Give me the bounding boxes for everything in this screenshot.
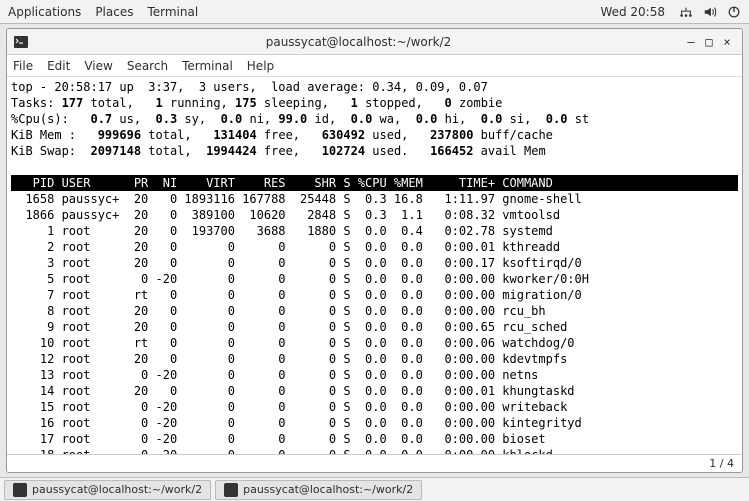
window-title: paussycat@localhost:~/work/2 [35, 35, 682, 49]
process-row: 8 root 20 0 0 0 0 S 0.0 0.0 0:00.00 rcu_… [11, 303, 738, 319]
process-row: 16 root 0 -20 0 0 0 S 0.0 0.0 0:00.00 ki… [11, 415, 738, 431]
window-close-button[interactable]: × [718, 35, 736, 49]
process-row: 10 root rt 0 0 0 0 S 0.0 0.0 0:00.06 wat… [11, 335, 738, 351]
process-row: 1866 paussyc+ 20 0 389100 10620 2848 S 0… [11, 207, 738, 223]
process-row: 15 root 0 -20 0 0 0 S 0.0 0.0 0:00.00 wr… [11, 399, 738, 415]
window-maximize-button[interactable]: □ [700, 35, 718, 49]
process-row: 13 root 0 -20 0 0 0 S 0.0 0.0 0:00.00 ne… [11, 367, 738, 383]
panel-menu-places[interactable]: Places [95, 5, 133, 19]
panel-menu-applications[interactable]: Applications [8, 5, 81, 19]
taskbar-button-1[interactable]: paussycat@localhost:~/work/2 [4, 480, 211, 500]
terminal-app-icon [13, 34, 29, 50]
panel-clock[interactable]: Wed 20:58 [600, 5, 665, 19]
process-row: 12 root 20 0 0 0 0 S 0.0 0.0 0:00.00 kde… [11, 351, 738, 367]
process-row: 5 root 0 -20 0 0 0 S 0.0 0.0 0:00.00 kwo… [11, 271, 738, 287]
gnome-top-panel: Applications Places Terminal Wed 20:58 [0, 0, 749, 24]
gnome-bottom-taskbar: paussycat@localhost:~/work/2 paussycat@l… [0, 477, 749, 501]
process-row: 17 root 0 -20 0 0 0 S 0.0 0.0 0:00.00 bi… [11, 431, 738, 447]
menu-edit[interactable]: Edit [47, 59, 70, 73]
menu-terminal[interactable]: Terminal [182, 59, 233, 73]
process-row: 2 root 20 0 0 0 0 S 0.0 0.0 0:00.01 kthr… [11, 239, 738, 255]
process-row: 1 root 20 0 193700 3688 1880 S 0.0 0.4 0… [11, 223, 738, 239]
network-icon[interactable] [679, 5, 693, 19]
menu-file[interactable]: File [13, 59, 33, 73]
window-titlebar[interactable]: paussycat@localhost:~/work/2 — □ × [7, 29, 742, 55]
terminal-icon [13, 483, 27, 497]
process-row: 9 root 20 0 0 0 0 S 0.0 0.0 0:00.65 rcu_… [11, 319, 738, 335]
top-header-row: PID USER PR NI VIRT RES SHR S %CPU %MEM … [11, 175, 738, 191]
taskbar-button-label: paussycat@localhost:~/work/2 [32, 483, 202, 496]
taskbar-button-label: paussycat@localhost:~/work/2 [243, 483, 413, 496]
workspace-pager[interactable]: 1 / 4 [709, 457, 734, 470]
process-row: 7 root rt 0 0 0 0 S 0.0 0.0 0:00.00 migr… [11, 287, 738, 303]
terminal-icon [224, 483, 238, 497]
power-icon[interactable] [727, 5, 741, 19]
process-row: 3 root 20 0 0 0 0 S 0.0 0.0 0:00.17 ksof… [11, 255, 738, 271]
process-row: 14 root 20 0 0 0 0 S 0.0 0.0 0:00.01 khu… [11, 383, 738, 399]
terminal-window: paussycat@localhost:~/work/2 — □ × File … [6, 28, 743, 473]
window-statusbar: 1 / 4 [7, 454, 742, 472]
terminal-menubar: File Edit View Search Terminal Help [7, 55, 742, 77]
panel-menu-terminal[interactable]: Terminal [147, 5, 198, 19]
process-row: 18 root 0 -20 0 0 0 S 0.0 0.0 0:00.00 kb… [11, 447, 738, 454]
menu-search[interactable]: Search [127, 59, 168, 73]
menu-view[interactable]: View [84, 59, 112, 73]
volume-icon[interactable] [703, 5, 717, 19]
process-row: 1658 paussyc+ 20 0 1893116 167788 25448 … [11, 191, 738, 207]
window-minimize-button[interactable]: — [682, 35, 700, 49]
taskbar-button-2[interactable]: paussycat@localhost:~/work/2 [215, 480, 422, 500]
menu-help[interactable]: Help [247, 59, 274, 73]
terminal-output[interactable]: top - 20:58:17 up 3:37, 3 users, load av… [7, 77, 742, 454]
